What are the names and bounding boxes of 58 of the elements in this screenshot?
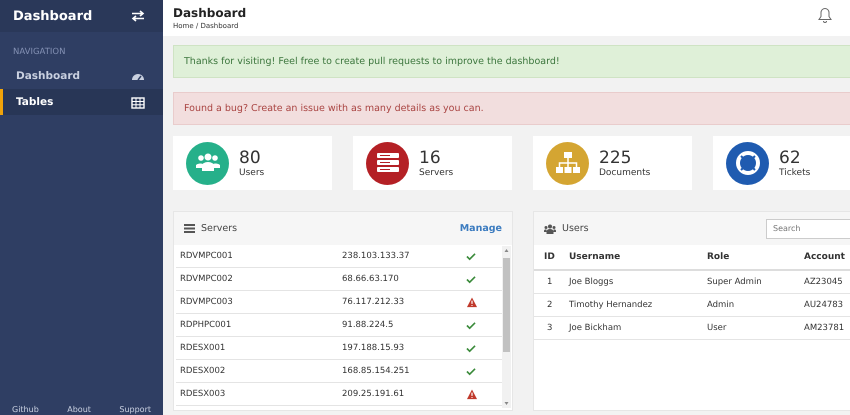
scrollbar[interactable] [502, 246, 511, 408]
stat-value: 80 [239, 148, 262, 168]
column-header: Role [707, 252, 730, 262]
nav-item[interactable]: Tables [0, 89, 163, 115]
table-cell-text: AM23781 [804, 323, 846, 333]
table-cell-text: RDESX001 [179, 343, 226, 353]
swap-arrows-icon[interactable] [131, 10, 145, 22]
stat-label: Documents [599, 168, 650, 178]
column-header: Account [804, 252, 846, 262]
panel-title: Users [562, 223, 590, 234]
stat-value: 16 [419, 148, 442, 168]
stat-label: Servers [419, 168, 454, 178]
table-cell-text: User [707, 323, 728, 333]
manage-link[interactable]: Manage [460, 223, 502, 234]
page-title: Dashboard [173, 6, 246, 20]
table-cell-text: Joe Bloggs [569, 277, 614, 287]
section-label: NAVIGATION [12, 46, 66, 59]
table-cell-text: 76.117.212.33 [342, 297, 406, 307]
server-icon [184, 224, 195, 233]
table-cell-text: RDESX002 [179, 366, 226, 376]
stat-value: 62 [779, 148, 802, 168]
table-cell-text: RDVMPC001 [179, 251, 234, 261]
table-cell-text: Super Admin [707, 277, 763, 287]
table-cell-text: 238.103.133.37 [342, 251, 411, 261]
table-cell-text: Joe Bickham [569, 323, 622, 333]
table-cell-text: RDVMPC003 [179, 297, 234, 307]
table-cell-text: 91.88.224.5 [342, 320, 394, 330]
panel-title: Servers [201, 223, 238, 234]
table-cell-text: Admin [707, 300, 736, 310]
sidebar-title: Dashboard [13, 8, 92, 24]
table-cell-text: 2 [546, 300, 554, 310]
table-cell-text: 209.25.191.61 [342, 389, 406, 399]
footer-link[interactable]: About [67, 405, 91, 414]
table-cell-text: 197.188.15.93 [342, 343, 406, 353]
stat-label: Users [239, 168, 264, 178]
table-cell-text: AU24783 [804, 300, 844, 310]
table-cell-text: 1 [546, 277, 554, 287]
footer-link[interactable]: Github [12, 405, 39, 414]
table-icon [131, 96, 145, 108]
stat-value: 225 [599, 148, 632, 168]
column-header: ID [543, 252, 556, 262]
table-cell-text: RDPHPC001 [179, 320, 232, 330]
column-header: Username [569, 252, 622, 262]
table-cell-text: RDVMPC002 [179, 274, 234, 284]
bell-icon[interactable] [818, 7, 832, 23]
stat-label: Tickets [779, 168, 810, 178]
footer-link[interactable]: Support [119, 405, 151, 414]
alert-message: Found a bug? Create an issue with as many details as you can. [173, 92, 850, 125]
search-field[interactable]: Search [766, 218, 850, 238]
table-cell-text: 68.66.63.170 [342, 274, 400, 284]
table-cell-text: 3 [546, 323, 554, 333]
nav-item[interactable]: Dashboard [0, 63, 163, 89]
table-cell-text: AZ23045 [804, 277, 844, 287]
table-cell-text: Timothy Hernandez [569, 300, 654, 310]
alert-message: Thanks for visiting! Feel free to create pull requests to improve the dashboard! [173, 45, 850, 78]
table-cell-text: RDESX003 [179, 389, 226, 399]
people-icon [544, 224, 556, 234]
table-cell-text: 168.85.154.251 [342, 366, 411, 376]
